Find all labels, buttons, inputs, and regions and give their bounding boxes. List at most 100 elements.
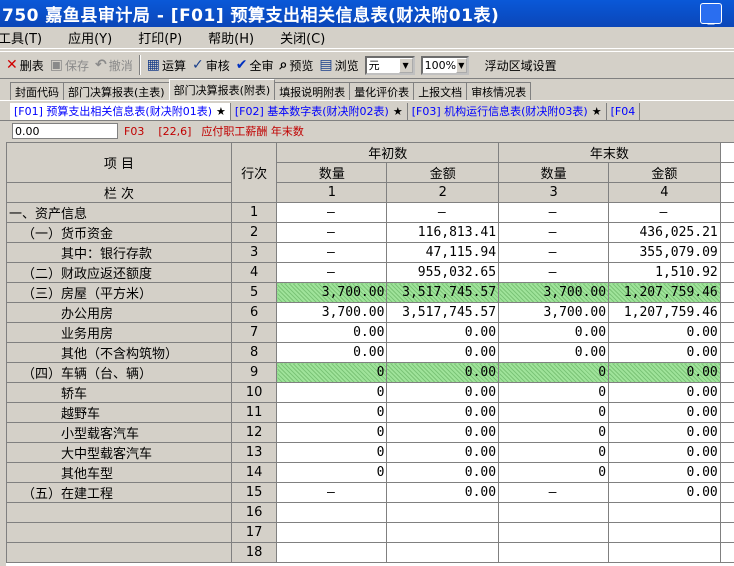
data-cell[interactable]: 0 (276, 422, 388, 443)
data-cell[interactable]: 0.00 (608, 362, 721, 383)
data-cell[interactable]: 3,700.00 (498, 282, 610, 303)
data-cell[interactable]: 3,517,745.57 (386, 302, 500, 323)
data-cell[interactable]: 1,510.92 (608, 262, 721, 283)
sheet-tab-f01[interactable]: [F01] 预算支出相关信息表(财决附01表) ★ (10, 102, 231, 120)
data-cell[interactable]: 0.00 (276, 322, 388, 343)
unit-select[interactable]: 元 ▼ (364, 55, 415, 75)
data-cell[interactable] (498, 502, 610, 523)
data-cell[interactable] (608, 502, 721, 523)
data-cell[interactable]: 0.00 (386, 442, 500, 463)
data-cell[interactable]: 436,025.21 (608, 222, 721, 243)
data-cell[interactable] (276, 542, 388, 563)
float-area-settings-button[interactable]: 浮动区域设置 (485, 57, 557, 74)
menu-tools[interactable]: 工具(T) (0, 28, 42, 47)
menu-print[interactable]: 打印(P) (138, 28, 182, 47)
data-cell[interactable] (498, 522, 610, 543)
data-cell[interactable]: 0 (276, 402, 388, 423)
data-cell[interactable]: 0 (498, 402, 610, 423)
data-cell[interactable]: — (276, 222, 388, 243)
data-cell[interactable]: 0.00 (498, 342, 610, 363)
data-cell[interactable]: 3,700.00 (276, 282, 388, 303)
audit-all-button[interactable]: ✔ 全审 (236, 57, 274, 74)
sheet-tab-f02[interactable]: [F02] 基本数字表(财决附02表) ★ (231, 102, 408, 120)
zoom-select[interactable]: 100% ▼ (420, 55, 469, 75)
data-cell[interactable]: 0 (498, 422, 610, 443)
data-cell[interactable]: 0.00 (608, 442, 721, 463)
data-cell[interactable]: 0.00 (276, 342, 388, 363)
sheet-tab-f03[interactable]: [F03] 机构运行信息表(财决附03表) ★ (408, 102, 607, 120)
data-cell[interactable]: 0 (498, 462, 610, 483)
data-cell[interactable]: 0.00 (608, 462, 721, 483)
data-cell[interactable]: 3,517,745.57 (386, 282, 500, 303)
data-cell[interactable]: 0.00 (498, 322, 610, 343)
data-cell[interactable] (498, 542, 610, 563)
data-cell[interactable]: — (276, 202, 388, 223)
data-cell[interactable]: 3,700.00 (498, 302, 610, 323)
data-cell[interactable]: 116,813.41 (386, 222, 500, 243)
data-cell[interactable]: 1,207,759.46 (608, 302, 721, 323)
tab-upload-docs[interactable]: 上报文档 (413, 82, 468, 100)
data-cell[interactable]: 0.00 (608, 422, 721, 443)
data-cell[interactable]: — (498, 262, 610, 283)
data-cell[interactable]: 0 (276, 442, 388, 463)
tab-notes[interactable]: 填报说明附表 (274, 82, 351, 100)
delete-table-button[interactable]: ✕ 删表 (6, 57, 44, 74)
tab-evaluation[interactable]: 量化评价表 (349, 82, 415, 100)
menu-apply[interactable]: 应用(Y) (68, 28, 112, 47)
browse-button[interactable]: ▤ 浏览 (319, 57, 358, 74)
minimize-button[interactable]: _ (700, 3, 722, 24)
data-cell[interactable] (276, 502, 388, 523)
cell-value-input[interactable]: 0.00 (12, 123, 118, 139)
data-cell[interactable]: 3,700.00 (276, 302, 388, 323)
data-cell[interactable]: 0.00 (386, 482, 500, 503)
tab-attached-report[interactable]: 部门决算报表(附表) (168, 79, 276, 100)
data-cell[interactable]: 47,115.94 (386, 242, 500, 263)
data-cell[interactable] (386, 502, 500, 523)
data-cell[interactable]: 0 (498, 362, 610, 383)
data-cell[interactable]: 0.00 (386, 342, 500, 363)
data-cell[interactable]: — (386, 202, 500, 223)
data-cell[interactable] (608, 542, 721, 563)
data-cell[interactable] (608, 522, 721, 543)
data-cell[interactable]: 0.00 (608, 342, 721, 363)
tab-cover-code[interactable]: 封面代码 (10, 82, 64, 100)
menu-help[interactable]: 帮助(H) (208, 28, 254, 47)
data-cell[interactable]: — (276, 482, 388, 503)
save-button[interactable]: ▣ 保存 (50, 57, 89, 74)
data-cell[interactable]: 0.00 (386, 322, 500, 343)
data-cell[interactable]: 0.00 (608, 382, 721, 403)
menu-close[interactable]: 关闭(C) (280, 28, 325, 47)
data-cell[interactable]: 355,079.09 (608, 242, 721, 263)
sheet-tab-f04[interactable]: [F04 (607, 102, 641, 120)
audit-button[interactable]: ✓ 审核 (192, 57, 230, 74)
calculate-button[interactable]: ▦ 运算 (147, 57, 186, 74)
tab-main-report[interactable]: 部门决算报表(主表) (63, 82, 170, 100)
data-cell[interactable]: — (498, 482, 610, 503)
data-cell[interactable] (386, 522, 500, 543)
undo-button[interactable]: ↶ 撤消 (95, 57, 133, 74)
data-cell[interactable]: — (608, 202, 721, 223)
data-cell[interactable]: — (498, 222, 610, 243)
data-cell[interactable]: 0.00 (608, 482, 721, 503)
data-cell[interactable]: — (276, 242, 388, 263)
data-cell[interactable]: 0.00 (608, 402, 721, 423)
data-cell[interactable]: 0.00 (386, 362, 500, 383)
data-cell[interactable]: — (498, 242, 610, 263)
tab-audit-status[interactable]: 审核情况表 (466, 82, 532, 100)
data-cell[interactable]: 0.00 (386, 382, 500, 403)
data-cell[interactable] (276, 522, 388, 543)
data-cell[interactable]: 0.00 (386, 402, 500, 423)
data-cell[interactable]: 1,207,759.46 (608, 282, 721, 303)
data-cell[interactable]: 955,032.65 (386, 262, 500, 283)
data-cell[interactable]: — (498, 202, 610, 223)
data-cell[interactable]: 0 (276, 382, 388, 403)
preview-button[interactable]: ⌕ 预览 (280, 57, 314, 74)
data-cell[interactable]: 0 (498, 442, 610, 463)
data-cell[interactable]: 0.00 (608, 322, 721, 343)
data-cell[interactable]: 0.00 (386, 462, 500, 483)
data-cell[interactable]: 0.00 (386, 422, 500, 443)
data-cell[interactable]: — (276, 262, 388, 283)
data-cell[interactable] (386, 542, 500, 563)
data-cell[interactable]: 0 (276, 362, 388, 383)
data-cell[interactable]: 0 (498, 382, 610, 403)
